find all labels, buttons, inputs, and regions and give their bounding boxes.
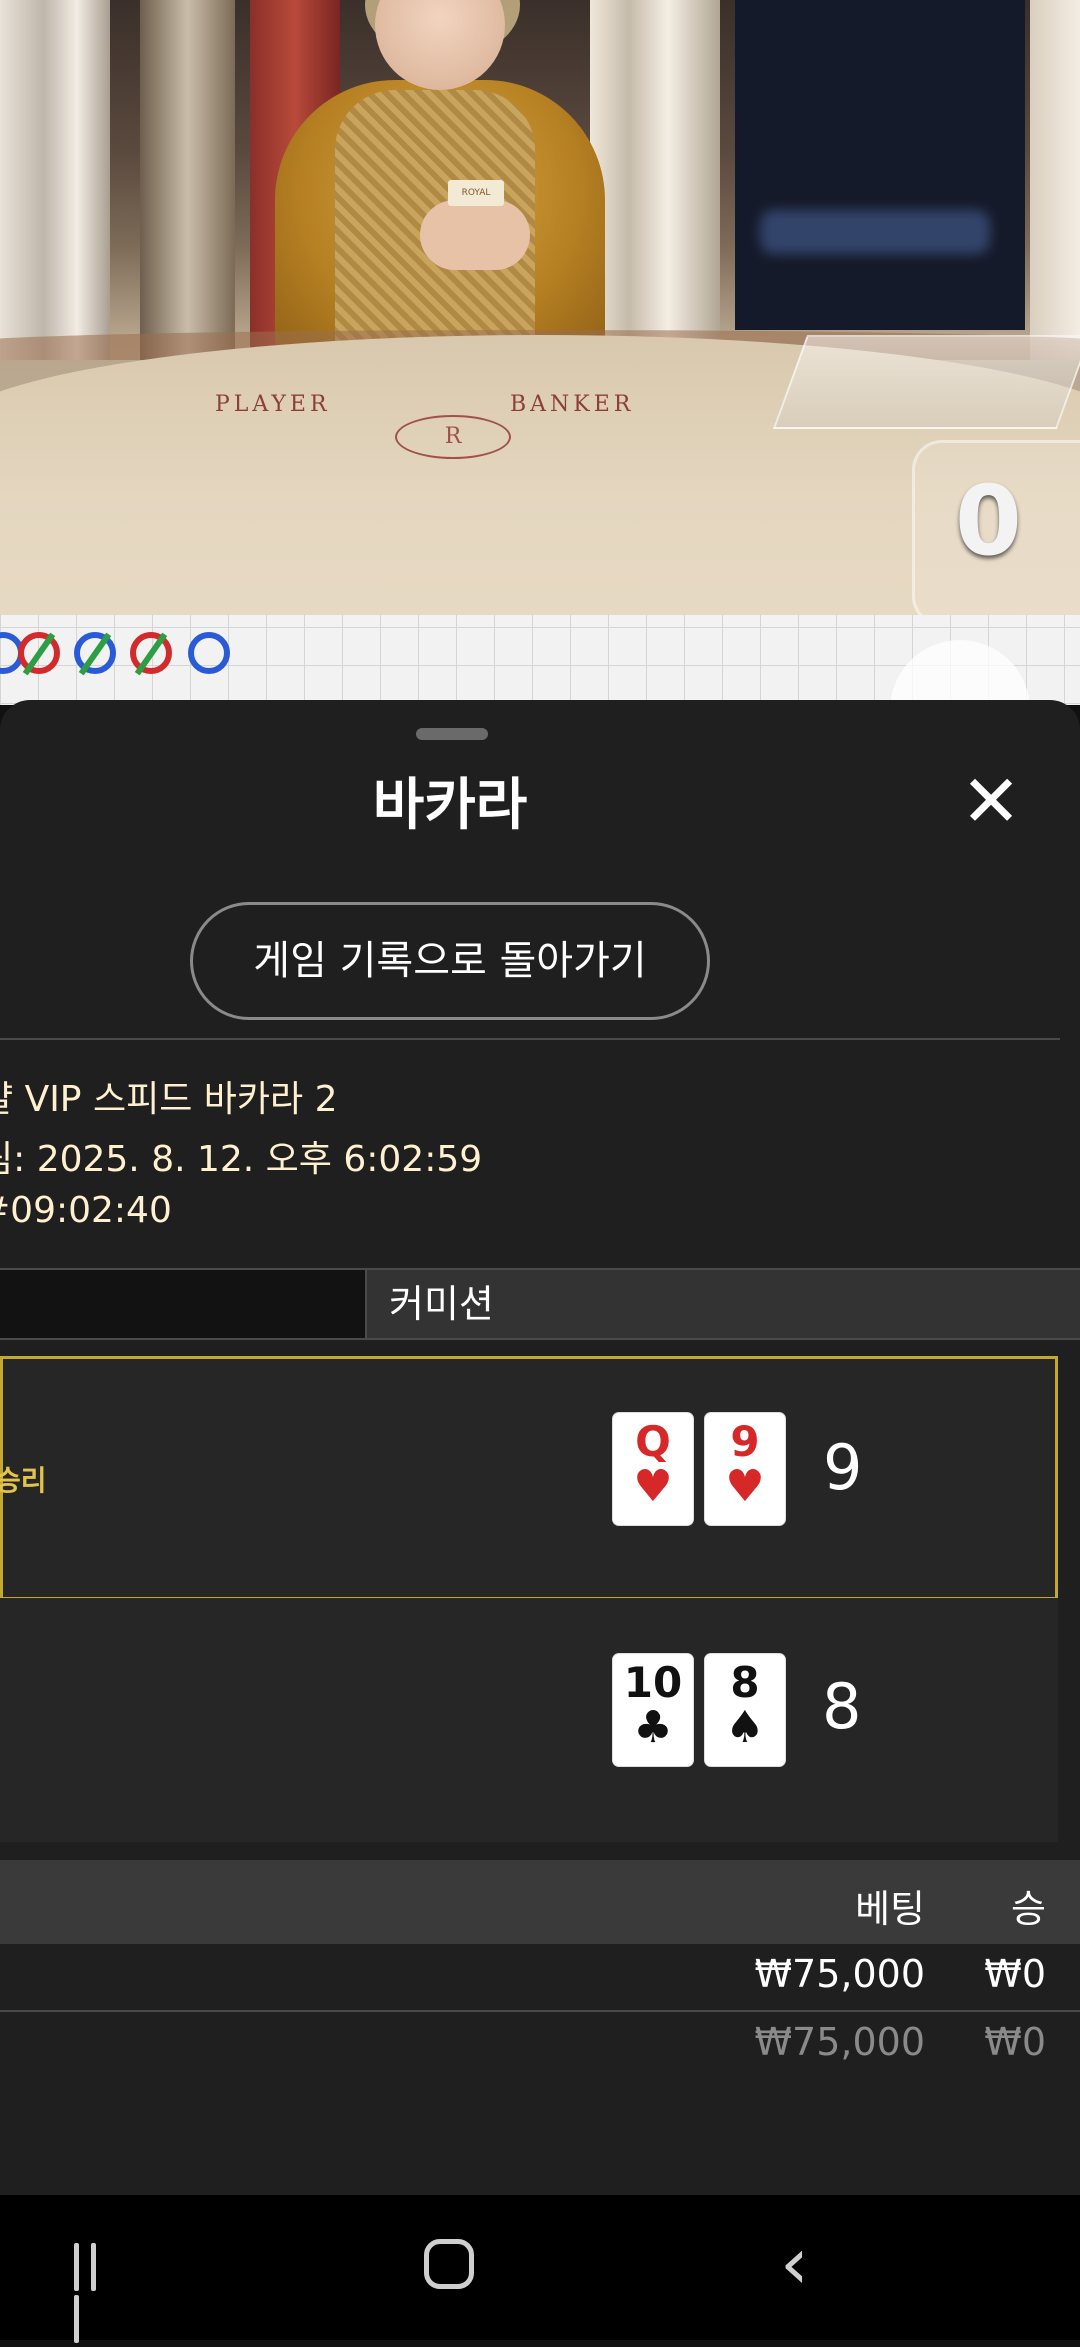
hand-score: 8 (822, 1670, 862, 1743)
pillar (590, 0, 720, 360)
pillar (1030, 0, 1080, 360)
win-amount: ₩0 (984, 1952, 1046, 1996)
bets-table-total-row: ₩75,000 ₩0 (0, 2020, 1080, 2086)
info-round-id: #09:02:40 (0, 1190, 172, 1231)
card-shoe (772, 335, 1080, 429)
club-suit-icon: ♣ (633, 1702, 673, 1753)
round-counter: 0 (955, 465, 1022, 577)
road-circle-icon (130, 632, 172, 674)
dealer-badge: ROYAL (448, 180, 504, 206)
win-column-header: 승 (1011, 1887, 1046, 1931)
playing-card: Q ♥ (613, 1413, 693, 1525)
dealer-face (375, 0, 505, 90)
home-icon[interactable] (424, 2239, 474, 2289)
hand-score: 9 (823, 1431, 863, 1504)
divider (0, 2010, 1080, 2012)
card-rank: 8 (730, 1658, 760, 1707)
live-video[interactable]: ROYAL PLAYER BANKER R 0 (0, 0, 1080, 615)
pillar (0, 0, 110, 360)
road-circle-icon (18, 632, 60, 674)
table-emblem: R (395, 415, 511, 459)
recent-apps-icon[interactable] (74, 2243, 122, 2343)
sheet-title: 바카라 (372, 773, 528, 838)
tab-bar: 커미션 (0, 1268, 1080, 1340)
road-circle-icon (188, 632, 230, 674)
sheet-drag-handle[interactable] (416, 728, 488, 740)
playing-card: 10 ♣ (613, 1654, 693, 1766)
info-time: 림: 2025. 8. 12. 오후 6:02:59 (0, 1139, 483, 1180)
system-navigation-bar: ‹ (0, 2195, 1080, 2343)
bets-table-header: 베팅 승 (0, 1860, 1080, 1944)
close-icon[interactable]: ✕ (955, 765, 1027, 837)
heart-suit-icon: ♥ (633, 1461, 673, 1512)
back-to-history-button[interactable]: 게임 기록으로 돌아가기 (190, 902, 710, 1020)
info-table-name: 얄 VIP 스피드 바카라 2 (0, 1079, 338, 1120)
total-win-amount: ₩0 (984, 2020, 1046, 2064)
hand-row: 10 ♣ 8 ♠ 8 (0, 1598, 1058, 1842)
table-player-label: PLAYER (215, 392, 331, 417)
card-rank: 10 (623, 1658, 683, 1707)
win-label: 승리 (0, 1464, 47, 1497)
bet-column-header: 베팅 (855, 1887, 925, 1931)
road-circle-icon (74, 632, 116, 674)
back-icon[interactable]: ‹ (780, 2223, 809, 2303)
divider (0, 1038, 1060, 1040)
playing-card: 9 ♥ (705, 1413, 785, 1525)
playing-card: 8 ♠ (705, 1654, 785, 1766)
table-banker-label: BANKER (510, 392, 635, 417)
hand-row-winner: 승리 Q ♥ 9 ♥ 9 (0, 1356, 1058, 1600)
background-screen (735, 0, 1025, 330)
history-detail-sheet: 바카라 ✕ 게임 기록으로 돌아가기 얄 VIP 스피드 바카라 2 림: 20… (0, 700, 1080, 2195)
tab-commission[interactable]: 커미션 (365, 1270, 1080, 1338)
heart-suit-icon: ♥ (725, 1461, 765, 1512)
card-rank: 9 (730, 1417, 760, 1466)
bets-table-row: ₩75,000 ₩0 (0, 1952, 1080, 2018)
total-bet-amount: ₩75,000 (754, 2020, 925, 2064)
bet-amount: ₩75,000 (754, 1952, 925, 1996)
spade-suit-icon: ♠ (725, 1702, 765, 1753)
pillar (140, 0, 235, 360)
card-rank: Q (635, 1417, 671, 1466)
dealer-hands (420, 200, 530, 270)
blurred-logo (760, 210, 990, 254)
